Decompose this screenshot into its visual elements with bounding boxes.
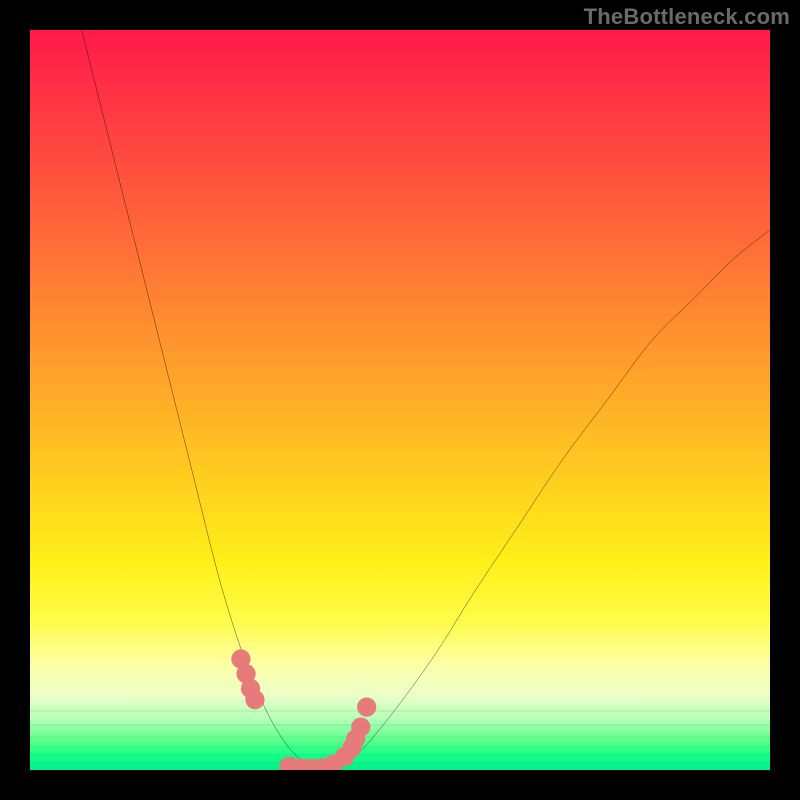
chart-svg [30,30,770,770]
highlight-dots-group [231,649,376,770]
highlight-dot [357,697,376,716]
plot-area [30,30,770,770]
bottleneck-curve [82,30,770,770]
chart-frame: TheBottleneck.com [0,0,800,800]
watermark-text: TheBottleneck.com [584,4,790,30]
highlight-dot [351,717,370,736]
highlight-dot [245,690,264,709]
